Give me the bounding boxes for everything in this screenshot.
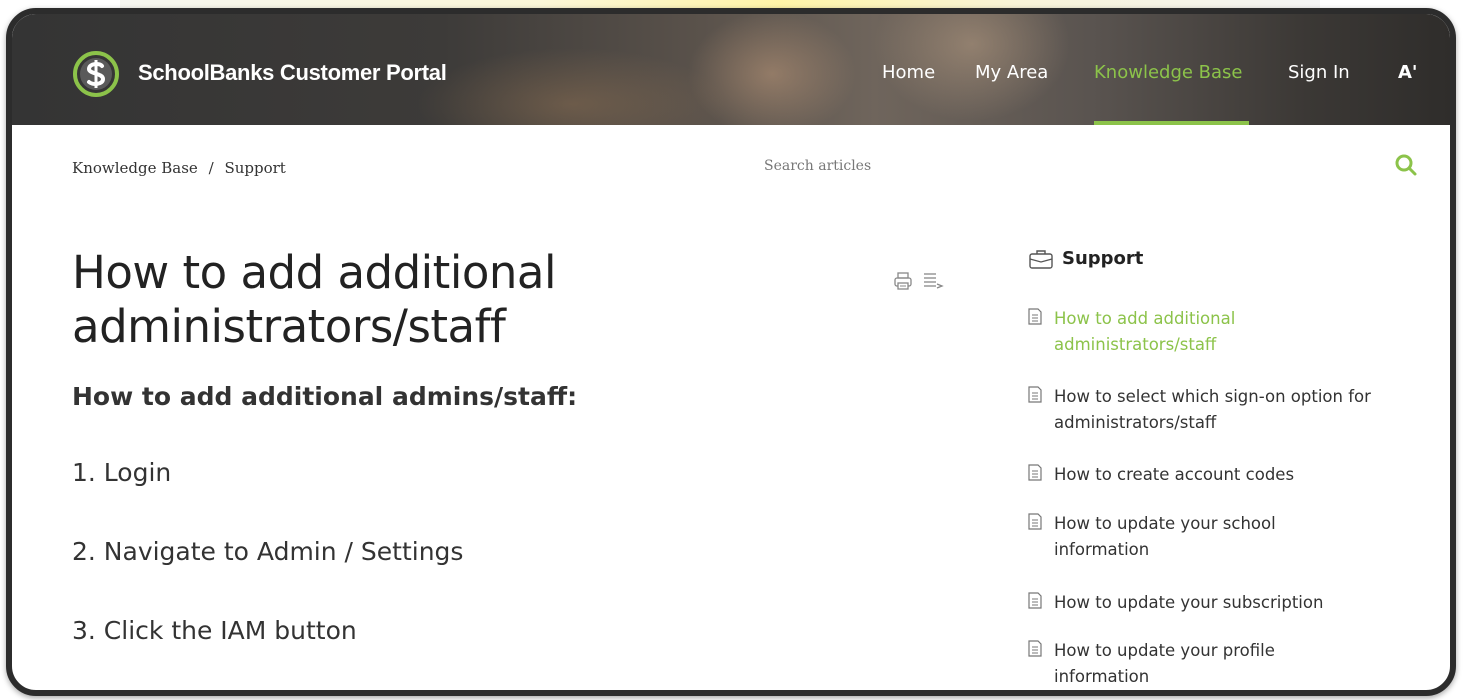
- document-icon: [1028, 592, 1042, 609]
- article-subheading: How to add additional admins/staff:: [72, 382, 578, 411]
- sidebar-category-label: Support: [1062, 248, 1144, 269]
- brand-title[interactable]: SchoolBanks Customer Portal: [138, 60, 447, 86]
- site-header: SchoolBanks Customer Portal Home My Area…: [12, 14, 1450, 125]
- text-size-toggle[interactable]: A': [1398, 62, 1417, 83]
- nav-knowledge-base[interactable]: Knowledge Base: [1094, 62, 1243, 83]
- sidebar-article-label: How to update your subscription: [1054, 593, 1324, 612]
- nav-home[interactable]: Home: [882, 62, 935, 83]
- nav-my-area[interactable]: My Area: [975, 62, 1048, 83]
- sidebar-article-label: How to add additional administrators/sta…: [1054, 309, 1236, 354]
- article-title: How to add additional administrators/sta…: [72, 246, 556, 353]
- top-glow-decoration: [120, 0, 1320, 8]
- step-login: 1. Login: [72, 458, 172, 487]
- briefcase-icon: [1029, 250, 1053, 269]
- search-icon[interactable]: [1390, 149, 1422, 181]
- text-size-icon[interactable]: [922, 270, 944, 292]
- breadcrumb-knowledge-base[interactable]: Knowledge Base: [72, 159, 198, 177]
- step-navigate: 2. Navigate to Admin / Settings: [72, 537, 464, 566]
- sidebar-article-label: How to create account codes: [1054, 465, 1295, 484]
- search-bar: [762, 142, 1422, 190]
- search-input[interactable]: [762, 142, 1366, 190]
- document-icon: [1028, 386, 1042, 403]
- step-click-iam: 3. Click the IAM button: [72, 616, 357, 645]
- document-icon: [1028, 308, 1042, 325]
- sidebar-article-label: How to update your profile information: [1054, 641, 1275, 686]
- breadcrumb-separator: /: [208, 159, 214, 177]
- document-icon: [1028, 513, 1042, 530]
- logo-icon[interactable]: [72, 50, 120, 98]
- active-nav-underline: [1094, 121, 1249, 125]
- nav-sign-in[interactable]: Sign In: [1288, 62, 1350, 83]
- sidebar-article-label: How to update your school information: [1054, 514, 1276, 559]
- sidebar-article-label: How to select which sign-on option for a…: [1054, 387, 1371, 432]
- breadcrumb-support[interactable]: Support: [224, 159, 285, 177]
- breadcrumb: Knowledge Base / Support: [72, 159, 286, 177]
- document-icon: [1028, 464, 1042, 481]
- document-icon: [1028, 640, 1042, 657]
- print-icon[interactable]: [892, 270, 914, 292]
- device-frame: SchoolBanks Customer Portal Home My Area…: [6, 8, 1456, 696]
